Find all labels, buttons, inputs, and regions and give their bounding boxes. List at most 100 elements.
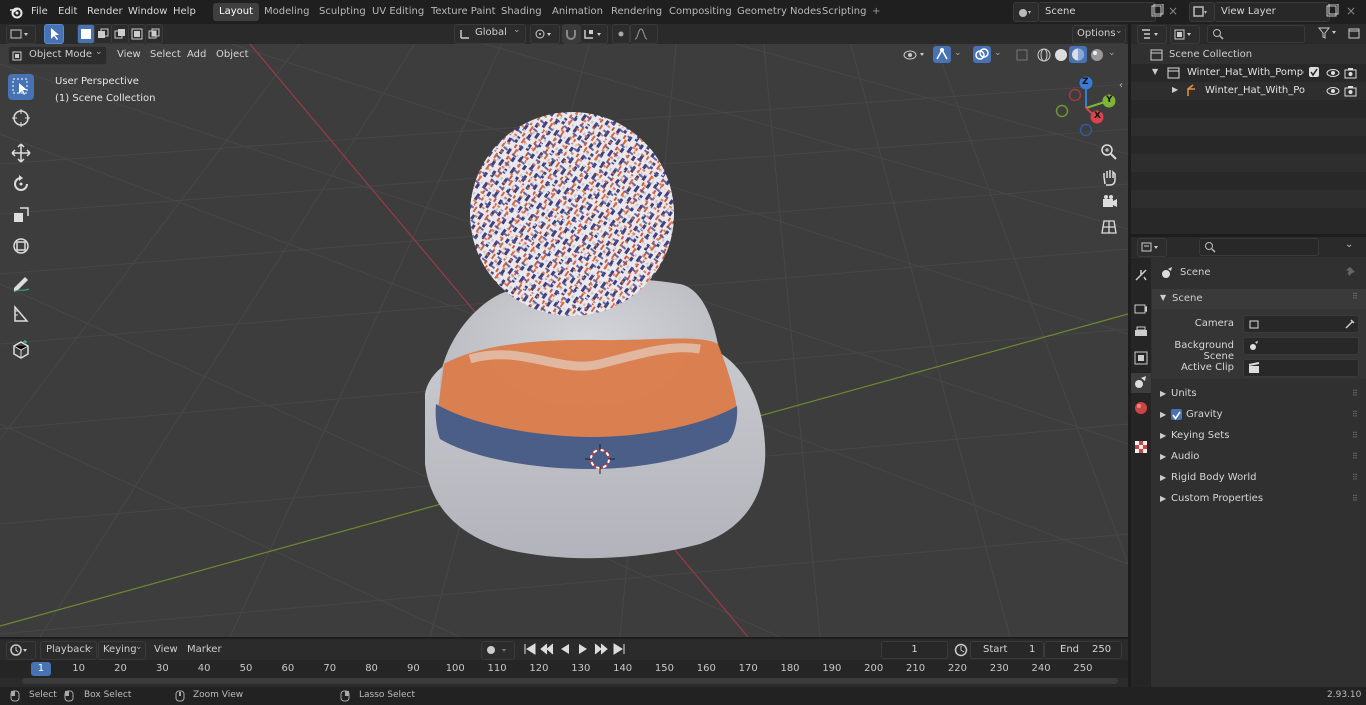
proportional-editing-button[interactable] xyxy=(612,24,630,44)
outliner-search-field[interactable] xyxy=(1207,25,1305,43)
outliner-editor-type-button[interactable] xyxy=(1137,25,1167,44)
tab-compositing[interactable]: Compositing xyxy=(663,3,738,21)
delete-scene-icon[interactable]: × xyxy=(1168,4,1178,18)
editor-type-button[interactable] xyxy=(6,25,36,44)
output-tab-icon[interactable] xyxy=(1134,326,1148,343)
menu-render[interactable]: Render xyxy=(87,0,123,24)
chevron-down-icon[interactable]: ⌄ xyxy=(954,48,962,58)
mode-dropdown[interactable]: Object Mode ⌄ xyxy=(8,46,107,65)
camera-view-icon[interactable] xyxy=(1100,193,1118,214)
cursor-tool[interactable] xyxy=(8,105,34,131)
rotate-tool[interactable] xyxy=(8,171,34,197)
tab-sculpting[interactable]: Sculpting xyxy=(313,3,372,21)
background-scene-field[interactable] xyxy=(1243,337,1359,355)
xray-toggle-icon[interactable] xyxy=(1015,48,1029,65)
rigid-body-world-panel[interactable]: ▶ Rigid Body World ⠿ xyxy=(1152,468,1366,488)
tab-shading[interactable]: Shading xyxy=(495,3,548,21)
expand-arrow-icon[interactable]: ▼ xyxy=(1152,67,1158,76)
tab-modeling[interactable]: Modeling xyxy=(258,3,316,21)
proportional-falloff-dropdown[interactable] xyxy=(630,24,658,44)
tab-geometry-nodes[interactable]: Geometry Nodes xyxy=(731,3,827,21)
pin-icon[interactable] xyxy=(1344,266,1356,281)
visibility-selectability-icon[interactable] xyxy=(903,48,927,65)
jump-to-keyframe-back-icon[interactable] xyxy=(540,643,554,658)
select-mode-extend-button[interactable] xyxy=(94,24,112,44)
chevron-down-icon[interactable]: ⌄ xyxy=(1108,48,1116,58)
camera-render-icon[interactable] xyxy=(1344,67,1358,82)
wireframe-shading-icon[interactable] xyxy=(1036,47,1052,66)
timeline-view-menu[interactable]: View xyxy=(154,644,178,655)
sidebar-toggle-icon[interactable]: ‹ xyxy=(1119,80,1123,91)
scale-tool[interactable] xyxy=(8,202,34,228)
add-cube-tool[interactable] xyxy=(8,336,34,362)
eye-icon[interactable] xyxy=(1326,85,1340,100)
show-overlays-icon[interactable] xyxy=(973,46,991,63)
drag-handle-icon[interactable]: ⠿ xyxy=(1352,447,1358,467)
play-icon[interactable] xyxy=(576,643,590,658)
pivot-point-dropdown[interactable] xyxy=(530,24,560,44)
preview-range-clock-icon[interactable] xyxy=(954,643,968,660)
select-mode-invert-button[interactable] xyxy=(128,24,146,44)
tab-texture-paint[interactable]: Texture Paint xyxy=(425,3,502,21)
blender-logo-icon[interactable] xyxy=(9,5,23,22)
solid-shading-icon[interactable] xyxy=(1053,47,1069,66)
zoom-icon[interactable] xyxy=(1100,143,1118,164)
chevron-down-icon[interactable]: ⌄ xyxy=(994,48,1002,58)
menu-select[interactable]: Select xyxy=(150,44,181,66)
render-tab-icon[interactable] xyxy=(1134,301,1148,318)
timeline-scrollbar[interactable] xyxy=(22,678,1118,684)
chevron-down-icon[interactable]: ⌄ xyxy=(1345,239,1353,250)
keying-menu[interactable]: Keying ⌄ xyxy=(98,641,146,660)
drag-handle-icon[interactable]: ⠿ xyxy=(1352,468,1358,488)
custom-properties-panel[interactable]: ▶ Custom Properties ⠿ xyxy=(1152,489,1366,509)
new-collection-icon[interactable] xyxy=(1347,26,1361,43)
select-mode-intersect-button[interactable] xyxy=(145,24,163,44)
units-panel[interactable]: ▶ Units ⠿ xyxy=(1152,384,1366,404)
scene-selector-button[interactable] xyxy=(1013,2,1039,22)
marker-menu[interactable]: Marker xyxy=(187,644,222,655)
display-mode-dropdown[interactable] xyxy=(1170,25,1200,44)
menu-edit[interactable]: Edit xyxy=(58,0,77,24)
outliner-item-collection[interactable]: ▼ Winter_Hat_With_Pompom_W xyxy=(1152,66,1366,82)
jump-to-keyframe-forward-icon[interactable] xyxy=(594,643,608,658)
tab-scripting[interactable]: Scripting xyxy=(816,3,872,21)
jump-to-end-icon[interactable] xyxy=(612,643,626,658)
tool-tab-icon[interactable] xyxy=(1134,268,1148,285)
current-frame-field[interactable]: 1 xyxy=(881,641,948,659)
add-workspace-button[interactable]: + xyxy=(866,3,886,21)
tab-rendering[interactable]: Rendering xyxy=(605,3,668,21)
measure-tool[interactable] xyxy=(8,301,34,327)
select-mode-new-button[interactable] xyxy=(77,24,95,44)
jump-to-start-icon[interactable] xyxy=(523,643,537,658)
tab-animation[interactable]: Animation xyxy=(546,3,609,21)
properties-search-field[interactable] xyxy=(1199,238,1319,256)
select-box-tool[interactable] xyxy=(8,74,34,100)
material-preview-shading-icon[interactable] xyxy=(1069,46,1087,63)
menu-add[interactable]: Add xyxy=(187,44,206,66)
play-reverse-icon[interactable] xyxy=(558,643,572,658)
options-dropdown[interactable]: Options ⌄ xyxy=(1072,25,1126,44)
delete-view-layer-icon[interactable]: × xyxy=(1346,4,1356,18)
rendered-shading-icon[interactable] xyxy=(1089,47,1105,66)
drag-handle-icon[interactable]: ⠿ xyxy=(1352,384,1358,404)
drag-handle-icon[interactable]: ⠿ xyxy=(1352,489,1358,509)
eye-icon[interactable] xyxy=(1326,67,1340,82)
tab-layout[interactable]: Layout xyxy=(213,3,259,21)
3d-viewport[interactable] xyxy=(0,44,1128,637)
active-clip-field[interactable] xyxy=(1243,359,1359,377)
new-scene-icon[interactable] xyxy=(1150,3,1164,21)
view-layer-tab-icon[interactable] xyxy=(1134,351,1148,368)
perspective-toggle-icon[interactable] xyxy=(1100,218,1118,239)
navigation-gizmo[interactable]: Z Y X xyxy=(1052,74,1120,142)
texture-tab-icon[interactable] xyxy=(1134,440,1148,457)
menu-help[interactable]: Help xyxy=(173,0,196,24)
tab-uv-editing[interactable]: UV Editing xyxy=(366,3,430,21)
move-tool[interactable] xyxy=(8,140,34,166)
pan-hand-icon[interactable] xyxy=(1100,168,1118,189)
new-view-layer-icon[interactable] xyxy=(1325,3,1339,21)
auto-keying-button[interactable] xyxy=(481,641,515,660)
camera-field[interactable] xyxy=(1243,315,1359,333)
select-mode-subtract-button[interactable] xyxy=(111,24,129,44)
properties-editor-type-button[interactable] xyxy=(1137,238,1167,257)
drag-handle-icon[interactable]: ⠿ xyxy=(1352,426,1358,446)
